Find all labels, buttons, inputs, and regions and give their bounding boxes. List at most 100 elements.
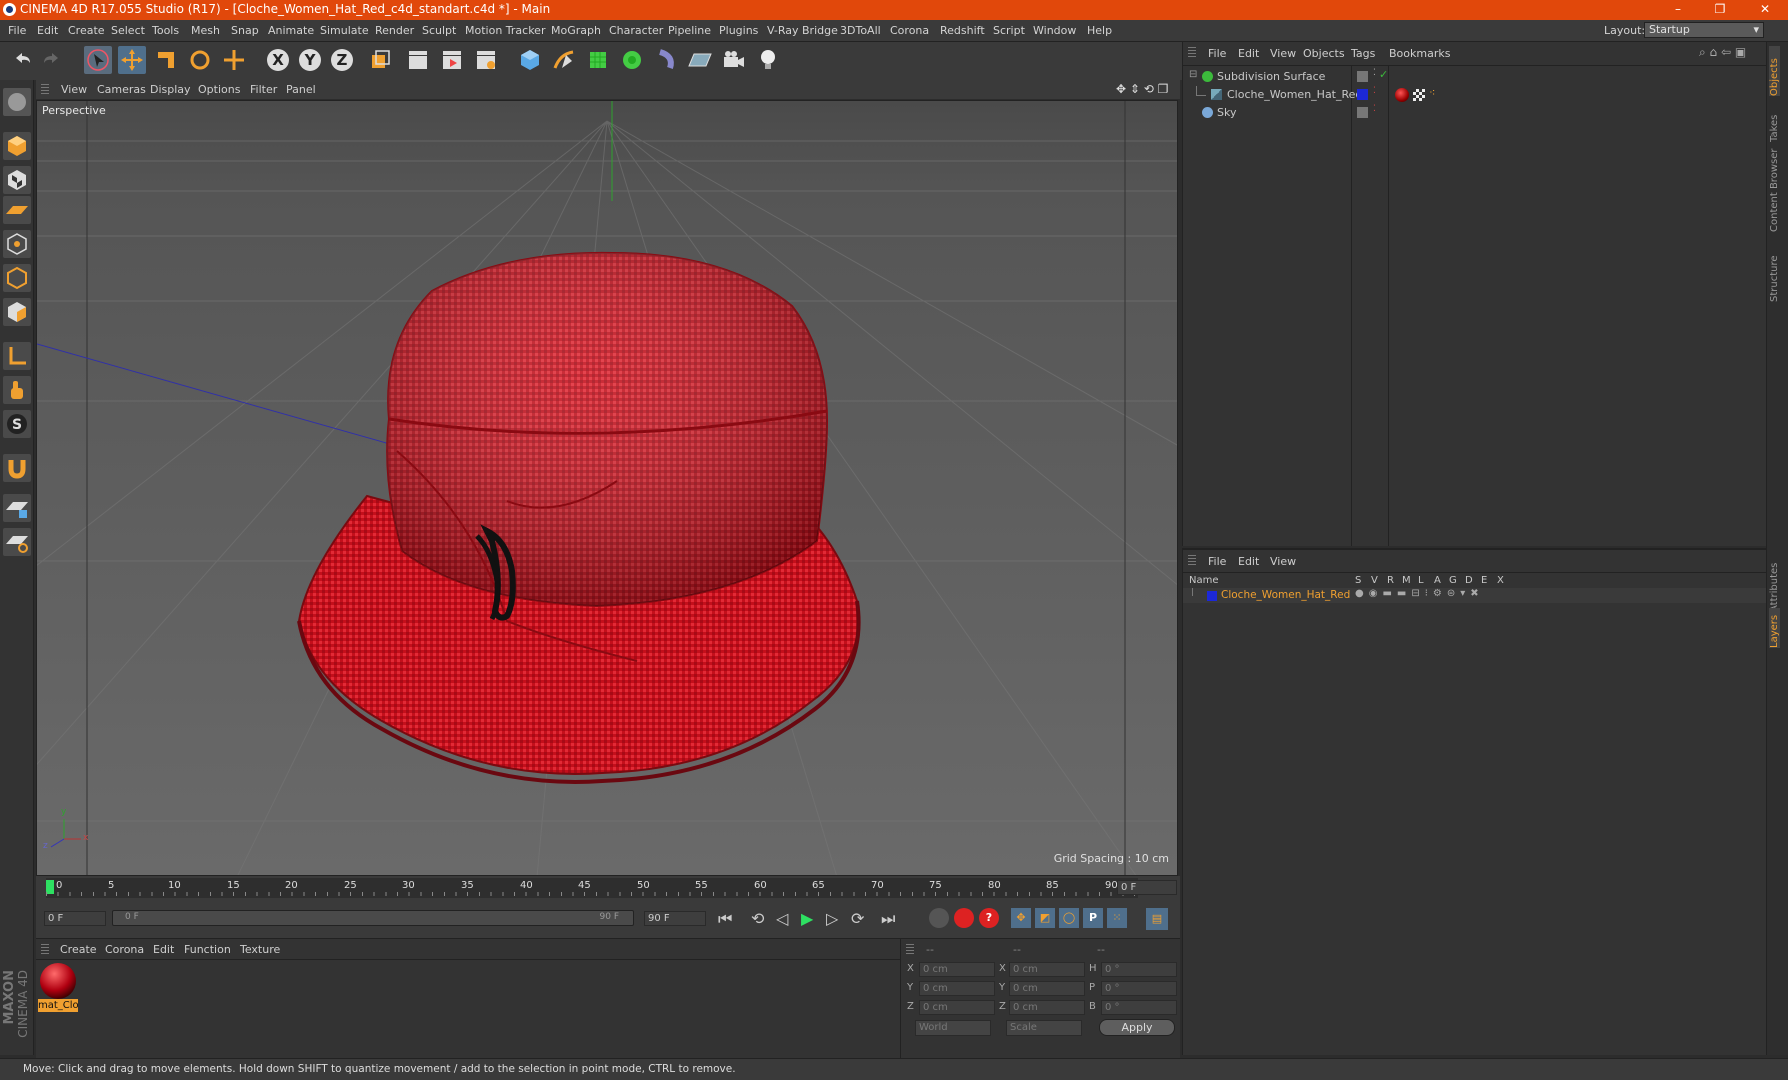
layers-menu-view[interactable]: View: [1270, 555, 1296, 568]
position-x-field[interactable]: 0 cm: [919, 962, 995, 977]
menu-select[interactable]: Select: [111, 24, 145, 37]
light-button[interactable]: [754, 46, 782, 74]
z-axis-button[interactable]: Z: [328, 46, 356, 74]
planar-workplane-button[interactable]: [3, 528, 31, 556]
record-disabled-icon[interactable]: [929, 908, 949, 928]
menu-vray-bridge[interactable]: V-Ray Bridge: [767, 24, 838, 37]
material-menu-create[interactable]: Create: [60, 943, 97, 956]
subdivision-surface-button[interactable]: [584, 46, 612, 74]
undo-button[interactable]: [8, 46, 36, 74]
menu-render[interactable]: Render: [375, 24, 414, 37]
position-y-field[interactable]: 0 cm: [919, 981, 995, 996]
menu-help[interactable]: Help: [1087, 24, 1112, 37]
tab-structure[interactable]: Structure: [1769, 242, 1780, 302]
axis-mode-button[interactable]: [3, 342, 31, 370]
objects-menu-objects[interactable]: Objects: [1303, 47, 1345, 60]
viewport-menu-cameras[interactable]: Cameras: [97, 83, 146, 96]
visibility-dots-icon[interactable]: ⁚: [1373, 68, 1376, 78]
next-key-icon[interactable]: ⟳: [851, 909, 864, 928]
tab-content-browser[interactable]: Content Browser: [1769, 149, 1780, 232]
menu-character[interactable]: Character: [609, 24, 663, 37]
record-keyframe-icon[interactable]: [954, 908, 974, 928]
redo-button[interactable]: [38, 46, 66, 74]
snap-button[interactable]: S: [3, 410, 31, 438]
tab-takes[interactable]: Takes: [1769, 102, 1780, 142]
menu-mograph[interactable]: MoGraph: [551, 24, 601, 37]
render-settings-button[interactable]: [472, 46, 500, 74]
x-axis-button[interactable]: X: [264, 46, 292, 74]
menu-simulate[interactable]: Simulate: [320, 24, 369, 37]
material-menu-edit[interactable]: Edit: [153, 943, 174, 956]
texture-tag-icon[interactable]: [1413, 89, 1425, 101]
start-frame-field[interactable]: 0 F: [44, 911, 106, 926]
make-editable-button[interactable]: [3, 88, 31, 116]
live-selection-button[interactable]: [84, 46, 112, 74]
menu-snap[interactable]: Snap: [231, 24, 259, 37]
viewport-menu-filter[interactable]: Filter: [250, 83, 277, 96]
rotate-tool-button[interactable]: [186, 46, 214, 74]
auto-keyframe-icon[interactable]: ?: [979, 908, 999, 928]
layer-toggle-icons[interactable]: ●◉▬▬⊟⁝⚙⊜▾✖: [1355, 588, 1484, 599]
size-x-field[interactable]: 0 cm: [1009, 962, 1085, 977]
magnet-button[interactable]: [3, 454, 31, 482]
tag-dots-icon[interactable]: ⁖: [1429, 86, 1435, 99]
layers-menu-edit[interactable]: Edit: [1238, 555, 1259, 568]
texture-mode-button[interactable]: [3, 166, 31, 194]
objects-menu-bookmarks[interactable]: Bookmarks: [1389, 47, 1450, 60]
rotation-p-field[interactable]: 0 °: [1101, 981, 1177, 996]
material-menu-corona[interactable]: Corona: [105, 943, 144, 956]
menu-plugins[interactable]: Plugins: [719, 24, 758, 37]
viewport-nav-icons[interactable]: ✥ ⇕ ⟲ ❐: [1116, 82, 1168, 96]
object-row-subdivision-surface[interactable]: ⊟ Subdivision Surface ⁚ ✓: [1183, 68, 1767, 85]
perspective-viewport[interactable]: y x z Perspective Grid Spacing : 10 cm: [36, 100, 1178, 876]
menu-animate[interactable]: Animate: [268, 24, 314, 37]
deformer-button[interactable]: [652, 46, 680, 74]
expand-toggle-icon[interactable]: ⊟: [1189, 69, 1197, 80]
cloner-button[interactable]: [618, 46, 646, 74]
y-axis-button[interactable]: Y: [296, 46, 324, 74]
size-z-field[interactable]: 0 cm: [1009, 1000, 1085, 1015]
current-frame-field[interactable]: 0 F: [1117, 880, 1177, 895]
prev-key-icon[interactable]: ⟲: [751, 909, 764, 928]
apply-button[interactable]: Apply: [1099, 1019, 1175, 1036]
objects-menu-view[interactable]: View: [1270, 47, 1296, 60]
objects-menu-tags[interactable]: Tags: [1351, 47, 1375, 60]
next-frame-icon[interactable]: ▷: [826, 909, 838, 928]
play-icon[interactable]: ▶: [801, 909, 813, 928]
tweak-mode-button[interactable]: [3, 376, 31, 404]
menu-file[interactable]: File: [8, 24, 26, 37]
spline-pen-button[interactable]: [550, 46, 578, 74]
close-button[interactable]: ✕: [1742, 0, 1788, 20]
render-view-button[interactable]: [404, 46, 432, 74]
viewport-menu-panel[interactable]: Panel: [286, 83, 316, 96]
coordinate-space-dropdown[interactable]: World: [915, 1020, 991, 1036]
end-frame-field[interactable]: 90 F: [644, 911, 706, 926]
object-row-sky[interactable]: Sky ⁚: [1183, 104, 1767, 121]
layer-row[interactable]: Cloche_Women_Hat_Red ●◉▬▬⊟⁝⚙⊜▾✖: [1183, 588, 1767, 603]
menu-script[interactable]: Script: [993, 24, 1025, 37]
rotation-b-field[interactable]: 0 °: [1101, 1000, 1177, 1015]
menu-redshift[interactable]: Redshift: [940, 24, 985, 37]
objects-header-icons[interactable]: ⌕ ⌂ ⇦ ▣: [1699, 45, 1746, 60]
coordinate-system-button[interactable]: [366, 46, 394, 74]
tab-attributes[interactable]: Attributes: [1769, 552, 1780, 612]
material-swatch[interactable]: mat_Clo: [38, 961, 78, 1013]
menu-corona[interactable]: Corona: [890, 24, 929, 37]
go-to-end-icon[interactable]: ⏭: [881, 909, 895, 929]
scale-tool-button[interactable]: [152, 46, 180, 74]
menu-mesh[interactable]: Mesh: [191, 24, 220, 37]
material-menu-function[interactable]: Function: [184, 943, 231, 956]
restore-button[interactable]: ❐: [1697, 0, 1743, 20]
timeline-ruler[interactable]: 0 5 10 15 20 25 30 35 40 45 50 55 60 65 …: [36, 876, 1180, 900]
camera-button[interactable]: [720, 46, 748, 74]
layer-swatch-icon[interactable]: [1357, 71, 1368, 82]
layout-dropdown[interactable]: Startup ▾: [1644, 22, 1764, 38]
viewport-menu-view[interactable]: View: [61, 83, 87, 96]
viewport-menu-options[interactable]: Options: [198, 83, 240, 96]
layer-color-swatch[interactable]: [1207, 591, 1217, 601]
model-mode-button[interactable]: [3, 132, 31, 160]
menu-sculpt[interactable]: Sculpt: [422, 24, 456, 37]
menu-create[interactable]: Create: [68, 24, 105, 37]
menu-tools[interactable]: Tools: [152, 24, 179, 37]
menu-3dtoall[interactable]: 3DToAll: [840, 24, 881, 37]
